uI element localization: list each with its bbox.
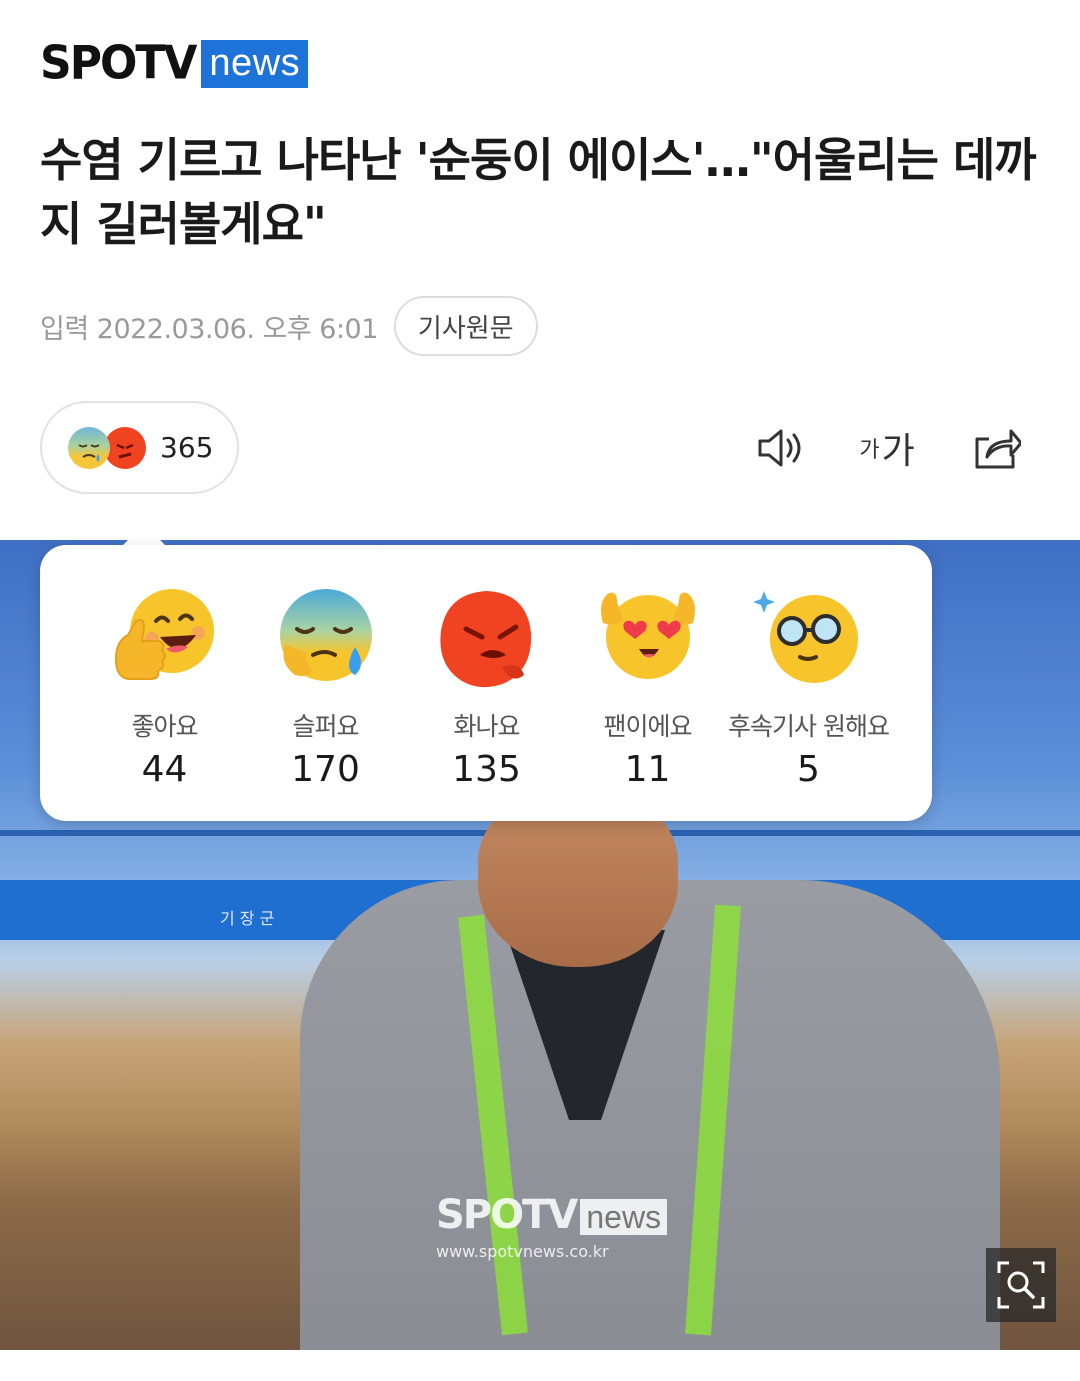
- reaction-angry[interactable]: 화나요 135: [406, 545, 567, 821]
- reaction-sad[interactable]: 슬퍼요 170: [245, 545, 406, 821]
- popup-tail: [122, 524, 166, 546]
- reaction-count: 135: [452, 749, 521, 790]
- heart-eyes-face-icon: [600, 592, 695, 679]
- logo-spotv-text: SPOTV: [40, 36, 197, 91]
- publish-date: 입력 2022.03.06. 오후 6:01: [40, 313, 378, 345]
- site-logo[interactable]: SPOTV news: [40, 36, 309, 91]
- font-large-label: 가: [881, 431, 915, 472]
- reaction-like[interactable]: 좋아요 44: [84, 545, 245, 821]
- article-meta: 입력 2022.03.06. 오후 6:01 기사원문: [40, 296, 538, 356]
- reaction-count: 11: [624, 749, 671, 790]
- thumbs-up-face-icon: [114, 589, 214, 680]
- zoom-icon[interactable]: [986, 1248, 1056, 1322]
- reaction-want-more[interactable]: 후속기사 원해요 5: [728, 545, 890, 821]
- watermark-news: news: [580, 1199, 668, 1235]
- reaction-label: 후속기사 원해요: [728, 712, 890, 741]
- original-article-button[interactable]: 기사원문: [393, 296, 538, 356]
- angry-face-icon: [439, 591, 531, 688]
- reaction-fan[interactable]: 팬이에요 11: [567, 545, 728, 821]
- sad-face-icon: [68, 426, 110, 469]
- angry-face-icon: [104, 426, 146, 469]
- speaker-icon[interactable]: [752, 420, 808, 476]
- reaction-count: 5: [797, 749, 820, 790]
- font-small-label: 가: [859, 438, 880, 463]
- reaction-label: 좋아요: [131, 712, 198, 741]
- font-size-button[interactable]: 가가: [856, 420, 918, 476]
- photo-watermark: SPOTV news www.spotvnews.co.kr: [436, 1192, 668, 1261]
- watermark-url: www.spotvnews.co.kr: [436, 1242, 609, 1261]
- share-icon[interactable]: [968, 420, 1024, 476]
- reaction-count: 44: [141, 749, 188, 790]
- fence-text-left: 기 장 군: [220, 909, 275, 928]
- reaction-label: 화나요: [453, 712, 520, 741]
- watermark-spotv: SPOTV: [436, 1192, 578, 1238]
- glasses-face-icon: [753, 591, 858, 683]
- reaction-total-count: 365: [160, 431, 214, 464]
- article-title: 수염 기르고 나타난 '순둥이 에이스'…"어울리는 데까지 길러볼게요": [40, 133, 1037, 251]
- reaction-count: 170: [291, 749, 360, 790]
- reaction-label: 슬퍼요: [292, 712, 359, 741]
- sad-face-icon: [279, 589, 372, 681]
- reaction-popup: 좋아요 44 슬퍼요 170 화나요 135 팬이에요 11 후속기사 원해요 …: [40, 545, 932, 821]
- logo-news-badge: news: [201, 40, 309, 88]
- reaction-label: 팬이에요: [603, 712, 692, 741]
- reaction-summary-button[interactable]: 365: [40, 401, 239, 494]
